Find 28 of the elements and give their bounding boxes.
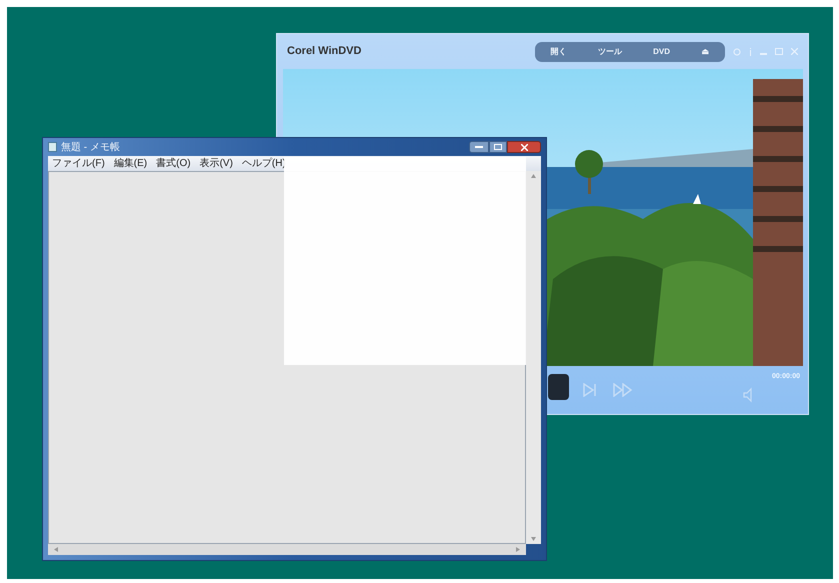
scroll-up-icon[interactable] (531, 174, 536, 178)
window-title: Corel WinDVD (287, 44, 362, 60)
close-icon (520, 144, 528, 150)
maximize-button[interactable] (489, 141, 507, 153)
scroll-down-icon[interactable] (531, 537, 536, 541)
vertical-scrollbar[interactable] (526, 171, 541, 544)
maximize-icon[interactable] (775, 48, 783, 55)
window-title: 無題 - メモ帳 (61, 140, 120, 154)
menu-item[interactable]: 書式(O) (156, 158, 191, 168)
menu-item[interactable]: ヘルプ(H) (242, 158, 286, 168)
toolbar-button[interactable]: DVD (653, 46, 670, 58)
toolbar-button[interactable]: ツール (598, 46, 622, 58)
horizontal-scrollbar[interactable] (48, 544, 526, 555)
menu-item[interactable]: 編集(E) (114, 158, 148, 168)
close-button[interactable] (507, 141, 541, 153)
menu-item[interactable]: 表示(V) (200, 158, 233, 168)
close-icon[interactable] (791, 48, 798, 55)
toolbar-button[interactable]: ⏏ (701, 46, 710, 58)
skip-next-icon[interactable] (583, 383, 599, 397)
notepad-icon (48, 142, 57, 152)
scroll-left-icon[interactable] (54, 547, 58, 552)
toolbar-button[interactable]: 開く (550, 46, 567, 58)
info-icon[interactable] (749, 48, 752, 56)
scroll-right-icon[interactable] (516, 547, 520, 552)
play-button[interactable] (548, 374, 569, 400)
minimize-button[interactable] (469, 141, 489, 153)
fast-forward-icon[interactable] (613, 383, 633, 397)
menu-item[interactable]: ファイル(F) (52, 158, 105, 168)
